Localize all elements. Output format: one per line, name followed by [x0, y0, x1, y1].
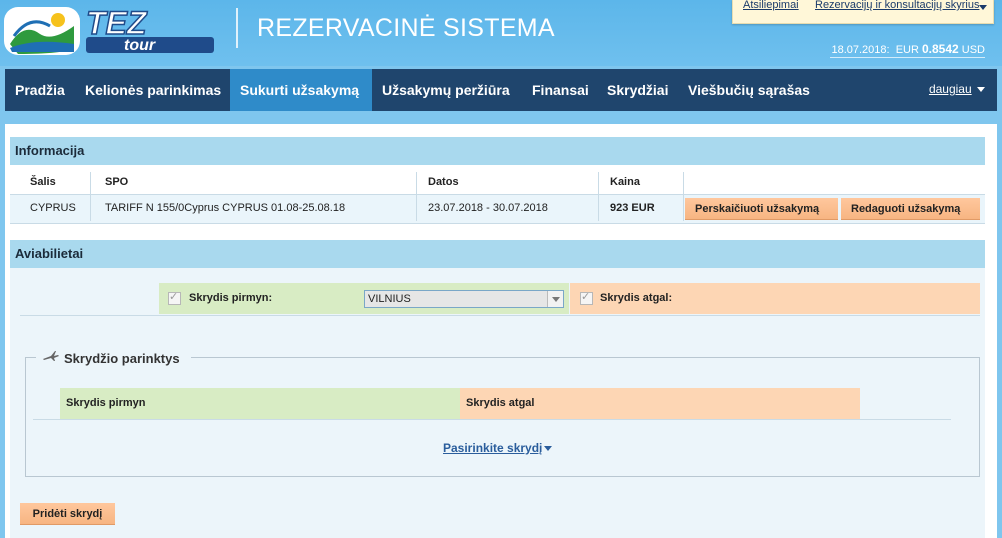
col-divider: [683, 195, 684, 221]
chevron-down-icon: [547, 291, 563, 307]
return-column-header: Skrydis atgal: [460, 388, 860, 419]
outbound-flight-row: Skrydis pirmyn: VILNIUS: [159, 283, 569, 314]
rate-underline: [830, 57, 985, 58]
rate-date: 18.07.2018:: [831, 44, 890, 56]
nav-item-orders[interactable]: Užsakymų peržiūra: [372, 69, 520, 111]
nav-item-create-order[interactable]: Sukurti užsakymą: [230, 69, 372, 111]
rate-value: 0.8542: [922, 42, 959, 56]
nav-more-dropdown[interactable]: daugiau: [929, 69, 985, 109]
cell-dates: 23.07.2018 - 30.07.2018: [428, 202, 548, 214]
chevron-down-icon: [977, 87, 985, 93]
header: TEZ tour REZERVACINĖ SISTEMA Atsiliepima…: [0, 0, 1002, 66]
col-header-spo: SPO: [105, 176, 129, 188]
cell-country: CYPRUS: [30, 202, 76, 214]
recalculate-order-button[interactable]: Perskaičiuoti užsakymą: [685, 198, 838, 220]
choose-flight-dropdown[interactable]: Pasirinkite skrydį: [443, 441, 553, 455]
plane-icon: [42, 349, 60, 366]
flight-options-legend: Skrydžio parinktys: [38, 349, 184, 366]
fieldset-border: [26, 357, 36, 358]
return-checkbox[interactable]: [580, 290, 593, 305]
exchange-rate: 18.07.2018: EUR 0.8542 USD: [831, 42, 985, 56]
nav-item-trip-search[interactable]: Kelionės parinkimas: [75, 69, 231, 111]
rate-currency-from: EUR: [895, 44, 919, 56]
return-flight-row: Skrydis atgal:: [570, 283, 980, 314]
col-header-dates: Datos: [428, 176, 459, 188]
col-divider: [598, 195, 599, 221]
return-label: Skrydis atgal:: [600, 292, 673, 304]
rate-currency-to: USD: [961, 44, 985, 56]
tez-tour-logo[interactable]: TEZ tour: [4, 4, 216, 60]
info-panel-title: Informacija: [10, 137, 985, 165]
avia-panel-title: Aviabilietai: [10, 240, 985, 268]
outbound-city-select[interactable]: VILNIUS: [364, 290, 564, 308]
nav-item-hotels[interactable]: Viešbučių sąrašas: [678, 69, 820, 111]
svg-text:TEZ: TEZ: [86, 5, 148, 41]
flight-options-title: Skrydžio parinktys: [64, 351, 180, 366]
svg-text:tour: tour: [124, 37, 156, 54]
outbound-checkbox[interactable]: [168, 290, 181, 305]
system-title: REZERVACINĖ SISTEMA: [257, 14, 555, 42]
chevron-down-icon[interactable]: [979, 5, 987, 10]
col-header-price: Kaina: [610, 176, 640, 188]
col-header-country: Šalis: [30, 176, 56, 188]
cell-spo: TARIFF N 155/0Cyprus CYPRUS 01.08-25.08.…: [105, 202, 346, 214]
outbound-label: Skrydis pirmyn:: [189, 292, 273, 304]
add-flight-button[interactable]: Pridėti skrydį: [20, 503, 115, 525]
reservations-dept-link[interactable]: Rezervacijų ir konsultacijų skyrius: [815, 0, 979, 11]
col-divider: [90, 195, 91, 221]
nav-item-home[interactable]: Pradžia: [5, 69, 75, 111]
cell-price: 923 EUR: [610, 202, 655, 214]
choose-flight-link[interactable]: Pasirinkite skrydį: [443, 441, 542, 455]
options-divider: [33, 419, 951, 420]
chevron-down-icon: [544, 446, 553, 452]
col-divider: [416, 195, 417, 221]
feedback-link[interactable]: Atsiliepimai: [743, 0, 799, 11]
nav-item-finance[interactable]: Finansai: [522, 69, 599, 111]
table-row: CYPRUS TARIFF N 155/0Cyprus CYPRUS 01.08…: [10, 194, 985, 224]
avia-row-divider: [20, 315, 980, 316]
nav-more-label: daugiau: [928, 82, 972, 96]
outbound-city-value: VILNIUS: [368, 293, 411, 305]
fieldset-border: [191, 357, 980, 358]
main-nav: Pradžia Kelionės parinkimas Sukurti užsa…: [5, 69, 997, 111]
header-divider: [236, 8, 238, 48]
outbound-column-header: Skrydis pirmyn: [60, 388, 460, 419]
edit-order-button[interactable]: Redaguoti užsakymą: [841, 198, 980, 220]
top-links-bar: Atsiliepimai Rezervacijų ir konsultacijų…: [732, 0, 994, 24]
nav-item-flights[interactable]: Skrydžiai: [597, 69, 678, 111]
